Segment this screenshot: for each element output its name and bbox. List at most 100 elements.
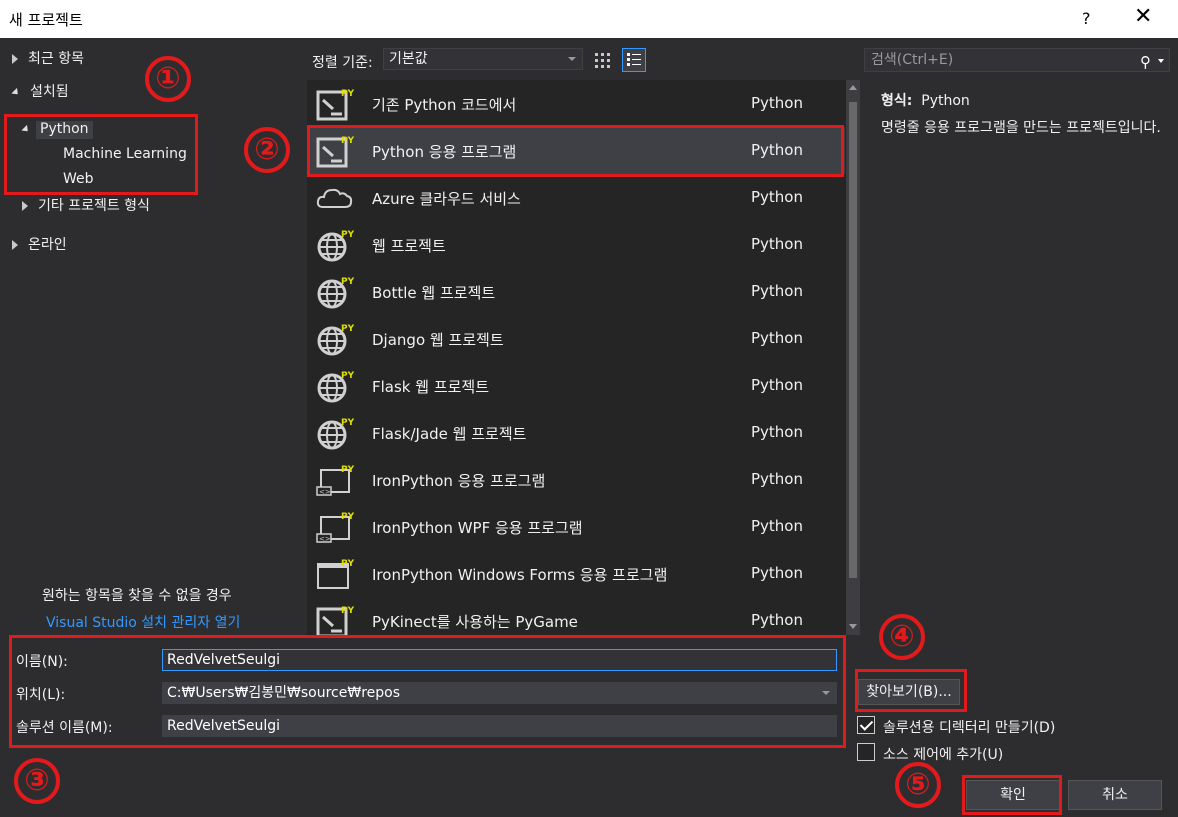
tree-item-python[interactable]: Python bbox=[21, 121, 93, 139]
svg-text:PY: PY bbox=[341, 418, 355, 428]
template-row[interactable]: PY Flask 웹 프로젝트 Python bbox=[307, 362, 845, 409]
chevron-down-icon[interactable] bbox=[822, 691, 830, 695]
svg-text:PY: PY bbox=[341, 559, 355, 569]
globe-icon: PY bbox=[315, 228, 355, 262]
template-row[interactable]: PY 웹 프로젝트 Python bbox=[307, 221, 845, 268]
tree-item-label: 최근 항목 bbox=[28, 51, 84, 67]
template-row[interactable]: <> PY IronPython WPF 응용 프로그램 Python bbox=[307, 503, 845, 550]
ironpython-window-icon: <> PY bbox=[315, 510, 355, 544]
annotation-number-5: ⑤ bbox=[895, 762, 941, 808]
template-row[interactable]: PY Bottle 웹 프로젝트 Python bbox=[307, 268, 845, 315]
open-installer-link[interactable]: Visual Studio 설치 관리자 열기 bbox=[46, 612, 240, 632]
tree-item-installed[interactable]: 설치됨 bbox=[11, 81, 69, 101]
svg-text:PY: PY bbox=[341, 230, 355, 240]
template-name: IronPython Windows Forms 응용 프로그램 bbox=[372, 566, 668, 584]
location-field[interactable]: C:₩Users₩김봉민₩source₩repos bbox=[162, 682, 837, 704]
svg-text:PY: PY bbox=[341, 465, 355, 475]
expand-arrow-icon[interactable] bbox=[12, 54, 18, 64]
search-icon[interactable]: ⚲ bbox=[1140, 51, 1151, 73]
scroll-thumb[interactable] bbox=[849, 102, 857, 578]
template-row[interactable]: PY Python 응용 프로그램 Python bbox=[307, 127, 845, 174]
tree-item-web[interactable]: Web bbox=[63, 171, 94, 187]
svg-text:PY: PY bbox=[341, 371, 355, 381]
globe-icon: PY bbox=[315, 369, 355, 403]
template-name: 기존 Python 코드에서 bbox=[372, 96, 517, 114]
template-row[interactable]: <> PY IronPython 응용 프로그램 Python bbox=[307, 456, 845, 503]
template-row[interactable]: PY PyKinect를 사용하는 PyGame Python bbox=[307, 597, 845, 635]
svg-text:PY: PY bbox=[341, 324, 355, 334]
small-icons-view-button[interactable] bbox=[591, 48, 615, 72]
source-control-checkbox[interactable] bbox=[857, 743, 875, 761]
solution-name-label: 솔루션 이름(M): bbox=[16, 720, 113, 736]
template-row[interactable]: PY Flask/Jade 웹 프로젝트 Python bbox=[307, 409, 845, 456]
template-row[interactable]: PY Django 웹 프로젝트 Python bbox=[307, 315, 845, 362]
template-language: Python bbox=[751, 235, 803, 253]
ok-button[interactable]: 확인 bbox=[966, 780, 1060, 810]
new-project-dialog: 최근 항목 설치됨 Python Machine Learning Web 기타… bbox=[0, 38, 1178, 817]
browse-button[interactable]: 찾아보기(B)... bbox=[858, 679, 960, 705]
expand-arrow-icon[interactable] bbox=[22, 201, 28, 211]
location-value: C:₩Users₩김봉민₩source₩repos bbox=[167, 685, 401, 701]
list-icon bbox=[627, 53, 641, 66]
svg-text:PY: PY bbox=[341, 512, 355, 522]
globe-icon: PY bbox=[315, 416, 355, 450]
tree-item-other-project-types[interactable]: 기타 프로젝트 형식 bbox=[22, 195, 150, 215]
template-name: IronPython 응용 프로그램 bbox=[372, 472, 546, 490]
globe-icon: PY bbox=[315, 322, 355, 356]
sort-dropdown[interactable]: 기본값 bbox=[383, 48, 583, 70]
detail-type-label: 형식: bbox=[881, 93, 913, 109]
tree-item-label: Python bbox=[36, 121, 93, 139]
create-directory-checkbox[interactable] bbox=[857, 716, 875, 734]
collapse-arrow-icon[interactable] bbox=[11, 87, 21, 97]
tree-item-label: 기타 프로젝트 형식 bbox=[38, 198, 150, 214]
title-bar: 새 프로젝트 ? ✕ bbox=[0, 0, 1178, 38]
template-row[interactable]: PY 기존 Python 코드에서 Python bbox=[307, 80, 845, 127]
template-name: 웹 프로젝트 bbox=[372, 237, 446, 255]
svg-text:PY: PY bbox=[341, 606, 355, 616]
globe-icon: PY bbox=[315, 275, 355, 309]
template-language: Python bbox=[751, 517, 803, 535]
template-language: Python bbox=[751, 282, 803, 300]
solution-name-field[interactable]: RedVelvetSeulgi bbox=[162, 715, 837, 737]
annotation-number-4: ④ bbox=[879, 614, 925, 660]
source-control-label: 소스 제어에 추가(U) bbox=[883, 747, 1004, 763]
scroll-up-icon[interactable] bbox=[849, 85, 857, 90]
template-name: PyKinect를 사용하는 PyGame bbox=[372, 613, 578, 631]
sort-value: 기본값 bbox=[389, 51, 428, 67]
template-language: Python bbox=[751, 564, 803, 582]
template-language: Python bbox=[751, 94, 803, 112]
expand-arrow-icon[interactable] bbox=[12, 240, 18, 250]
svg-text:PY: PY bbox=[341, 277, 355, 287]
search-input[interactable]: 검색(Ctrl+E) ⚲ bbox=[864, 48, 1170, 72]
search-options-icon[interactable] bbox=[1158, 59, 1164, 63]
python-console-icon: PY bbox=[315, 87, 355, 121]
tree-item-label: 온라인 bbox=[28, 237, 67, 253]
window-icon: PY bbox=[315, 557, 355, 591]
cancel-button[interactable]: 취소 bbox=[1068, 780, 1162, 810]
python-console-icon: PY bbox=[315, 134, 355, 168]
scrollbar[interactable] bbox=[846, 80, 860, 635]
template-language: Python bbox=[751, 470, 803, 488]
template-row[interactable]: PY IronPython Windows Forms 응용 프로그램 Python bbox=[307, 550, 845, 597]
close-button[interactable]: ✕ bbox=[1134, 4, 1152, 29]
detail-description: 명령줄 응용 프로그램을 만드는 프로젝트입니다. bbox=[881, 120, 1161, 136]
name-label: 이름(N): bbox=[16, 654, 68, 670]
template-row[interactable]: Azure 클라우드 서비스 Python bbox=[307, 174, 845, 221]
svg-text:PY: PY bbox=[341, 136, 355, 146]
create-directory-label: 솔루션용 디렉터리 만들기(D) bbox=[883, 720, 1056, 736]
scroll-down-icon[interactable] bbox=[849, 624, 857, 629]
tree-item-machine-learning[interactable]: Machine Learning bbox=[63, 146, 187, 162]
collapse-arrow-icon[interactable] bbox=[21, 124, 31, 134]
template-name: Azure 클라우드 서비스 bbox=[372, 190, 521, 208]
help-button[interactable]: ? bbox=[1082, 9, 1091, 28]
name-field[interactable]: RedVelvetSeulgi bbox=[162, 649, 837, 671]
list-view-button[interactable] bbox=[622, 48, 646, 72]
template-language: Python bbox=[751, 141, 803, 159]
template-name: Bottle 웹 프로젝트 bbox=[372, 284, 496, 302]
window-title: 새 프로젝트 bbox=[9, 11, 83, 29]
template-name: Django 웹 프로젝트 bbox=[372, 331, 504, 349]
template-list[interactable]: PY 기존 Python 코드에서 Python PY Python 응용 프로그램 Py… bbox=[307, 80, 860, 635]
tree-item-online[interactable]: 온라인 bbox=[12, 234, 67, 254]
template-name: Flask 웹 프로젝트 bbox=[372, 378, 490, 396]
tree-item-recent[interactable]: 최근 항목 bbox=[12, 48, 84, 68]
